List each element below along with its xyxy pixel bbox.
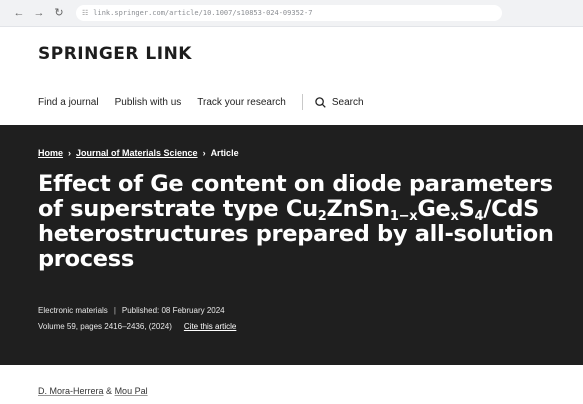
- breadcrumb-home[interactable]: Home: [38, 148, 63, 158]
- chevron-right-icon: ›: [202, 148, 206, 158]
- site-info-icon[interactable]: ☷: [82, 9, 88, 17]
- published-date: Published: 08 February 2024: [121, 306, 225, 315]
- author-link[interactable]: D. Mora-Herrera: [38, 386, 104, 396]
- author-link[interactable]: Mou Pal: [115, 386, 148, 396]
- back-icon[interactable]: ←: [12, 6, 26, 20]
- search-button[interactable]: Search: [315, 97, 364, 108]
- publish-link[interactable]: Publish with us: [115, 97, 182, 108]
- author-separator: &: [106, 386, 113, 396]
- browser-toolbar: ← → ↻ ☷ link.springer.com/article/10.100…: [0, 0, 583, 27]
- breadcrumb: Home › Journal of Materials Science › Ar…: [38, 148, 239, 158]
- article-volume-row: Volume 59, pages 2416–2436, (2024) Cite …: [38, 322, 236, 331]
- address-bar[interactable]: ☷ link.springer.com/article/10.1007/s108…: [76, 5, 502, 21]
- author-list: D. Mora-Herrera & Mou Pal: [38, 386, 148, 396]
- reload-icon[interactable]: ↻: [52, 6, 66, 20]
- article-meta: Electronic materials | Published: 08 Feb…: [38, 306, 225, 315]
- search-label: Search: [331, 96, 364, 108]
- section-link[interactable]: Electronic materials: [38, 306, 108, 315]
- volume-info: Volume 59, pages 2416–2436, (2024): [38, 322, 172, 331]
- breadcrumb-journal[interactable]: Journal of Materials Science: [76, 148, 198, 158]
- breadcrumb-current: Article: [210, 148, 239, 158]
- meta-separator: |: [113, 306, 116, 315]
- springer-link-logo[interactable]: SPRINGER LINK: [38, 44, 192, 64]
- article-title: Effect of Ge content on diode parameters…: [38, 171, 554, 272]
- site-navigation: Find a journal Publish with us Track you…: [38, 94, 364, 110]
- nav-divider: [301, 94, 303, 110]
- track-research-link[interactable]: Track your research: [197, 97, 286, 108]
- find-journal-link[interactable]: Find a journal: [38, 97, 99, 108]
- search-icon: [315, 96, 326, 108]
- chevron-right-icon: ›: [68, 148, 72, 158]
- cite-article-link[interactable]: Cite this article: [184, 322, 236, 331]
- forward-icon[interactable]: →: [32, 6, 46, 20]
- url-text: link.springer.com/article/10.1007/s10853…: [93, 9, 313, 17]
